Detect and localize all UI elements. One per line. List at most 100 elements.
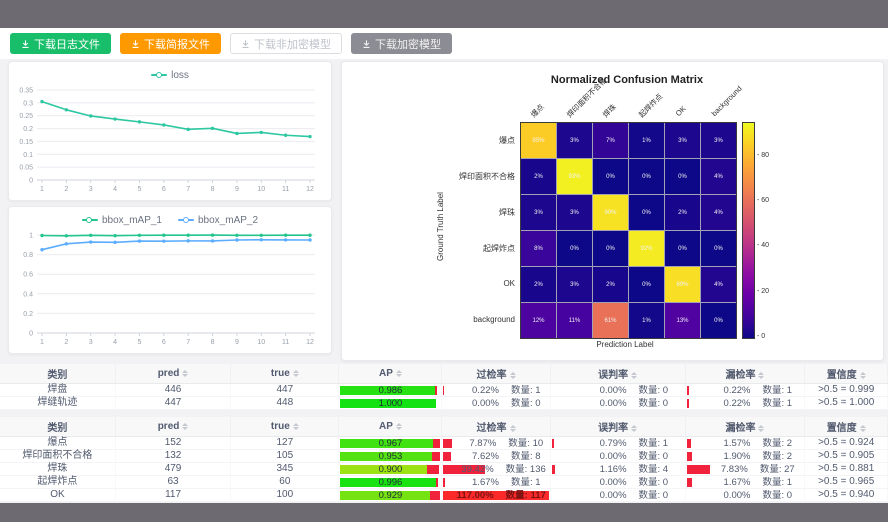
matrix-cell: 4%	[701, 195, 736, 230]
download-button-1[interactable]: 下载简报文件	[120, 33, 221, 54]
matrix-cell: 3%	[521, 195, 556, 230]
table-row[interactable]: 焊珠4793450.90039.42%数量: 1361.16%数量: 47.83…	[0, 463, 888, 476]
svg-text:8: 8	[211, 339, 215, 346]
download-button-3[interactable]: 下载加密模型	[351, 33, 452, 54]
column-header-over[interactable]: 过检率	[442, 364, 550, 384]
column-header-miss[interactable]: 漏检率	[685, 364, 805, 384]
matrix-cell: 3%	[557, 195, 592, 230]
misjudge-rate-cell: 0.79%数量: 1	[550, 437, 685, 450]
bottom-window-strip	[0, 503, 888, 522]
sort-caret-icon[interactable]	[758, 372, 764, 379]
confidence-cell: >0.5 = 0.999	[805, 384, 888, 397]
confusion-matrix-card: Normalized Confusion Matrix 85%3%7%1%3%3…	[341, 61, 884, 361]
sort-caret-icon[interactable]	[631, 425, 637, 432]
svg-text:4: 4	[113, 339, 117, 346]
legend-item-bbox_mAP_2[interactable]: bbox_mAP_2	[178, 215, 258, 226]
matrix-cell: 2%	[521, 159, 556, 194]
loss-chart: 00.050.10.150.20.250.30.3512345678910111…	[9, 84, 327, 196]
sort-caret-icon[interactable]	[510, 425, 516, 432]
sort-caret-icon[interactable]	[396, 370, 402, 377]
matrix-cell: 0%	[593, 159, 628, 194]
legend-label: loss	[171, 70, 189, 81]
sort-caret-icon[interactable]	[182, 370, 188, 377]
ap-cell: 0.953	[339, 450, 442, 463]
sort-caret-icon[interactable]	[293, 370, 299, 377]
table-row[interactable]: 焊缝轨迹4474481.0000.00%数量: 00.00%数量: 00.22%…	[0, 397, 888, 410]
sort-caret-icon[interactable]	[182, 423, 188, 430]
ground-truth-label-axis: Ground Truth Label	[436, 192, 445, 261]
miss-rate-cell: 1.57%数量: 2	[685, 437, 805, 450]
matrix-row-label: 焊印面积不合格	[342, 171, 515, 182]
metrics-tables: 类别predtrueAP过检率误判率漏检率置信度焊盘4464470.9860.2…	[0, 364, 888, 502]
svg-text:0.05: 0.05	[19, 165, 33, 172]
sort-caret-icon[interactable]	[860, 372, 866, 379]
matrix-cell: 0%	[701, 231, 736, 266]
svg-text:0.3: 0.3	[23, 100, 33, 107]
table-row[interactable]: OK1171000.929117.00%数量: 1170.00%数量: 00.0…	[0, 489, 888, 502]
svg-text:0.2: 0.2	[23, 311, 33, 318]
table-row[interactable]: 起焊炸点63600.9961.67%数量: 10.00%数量: 01.67%数量…	[0, 476, 888, 489]
column-header-mis[interactable]: 误判率	[550, 364, 685, 384]
legend-item-loss[interactable]: loss	[151, 70, 189, 81]
svg-text:1: 1	[40, 186, 44, 193]
svg-text:0.1: 0.1	[23, 152, 33, 159]
download-icon	[362, 39, 371, 49]
svg-text:0.35: 0.35	[19, 88, 33, 95]
matrix-row-label: 起焊炸点	[342, 243, 515, 254]
sort-caret-icon[interactable]	[293, 423, 299, 430]
confidence-cell: >0.5 = 1.000	[805, 397, 888, 410]
sort-caret-icon[interactable]	[631, 372, 637, 379]
svg-text:6: 6	[162, 339, 166, 346]
over-rate-cell: 0.00%数量: 0	[442, 397, 550, 410]
column-header-true[interactable]: true	[231, 364, 339, 384]
column-header-ap[interactable]: AP	[339, 364, 442, 384]
matrix-cell: 3%	[557, 267, 592, 302]
miss-rate-cell: 0.22%数量: 1	[685, 384, 805, 397]
download-icon	[131, 39, 140, 49]
over-rate-cell: 7.87%数量: 10	[442, 437, 550, 450]
svg-text:5: 5	[138, 186, 142, 193]
column-header-ap[interactable]: AP	[339, 417, 442, 437]
sort-caret-icon[interactable]	[396, 423, 402, 430]
column-header-true[interactable]: true	[231, 417, 339, 437]
map-chart-card: bbox_mAP_1bbox_mAP_2 00.20.40.60.8112345…	[8, 206, 332, 354]
column-header-pred[interactable]: pred	[115, 364, 230, 384]
colorbar-tick: - 60	[757, 197, 769, 204]
pred-cell: 446	[115, 384, 230, 397]
miss-rate-cell: 0.00%数量: 0	[685, 489, 805, 502]
class-cell: 焊印面积不合格	[0, 450, 115, 463]
matrix-col-label: 起焊炸点	[636, 91, 665, 120]
miss-rate-cell: 0.22%数量: 1	[685, 397, 805, 410]
sort-caret-icon[interactable]	[758, 425, 764, 432]
matrix-row-label: OK	[342, 279, 515, 288]
table-row[interactable]: 爆点1521270.9677.87%数量: 100.79%数量: 11.57%数…	[0, 437, 888, 450]
download-icon	[21, 39, 30, 49]
matrix-cell: 89%	[665, 267, 700, 302]
column-header-mis[interactable]: 误判率	[550, 417, 685, 437]
table-row[interactable]: 焊印面积不合格1321050.9537.62%数量: 80.00%数量: 01.…	[0, 450, 888, 463]
column-header-over[interactable]: 过检率	[442, 417, 550, 437]
download-button-0[interactable]: 下载日志文件	[10, 33, 111, 54]
pred-cell: 117	[115, 489, 230, 502]
ap-cell: 0.996	[339, 476, 442, 489]
download-icon	[241, 39, 250, 49]
matrix-col-label: background	[710, 84, 744, 118]
column-header-pred[interactable]: pred	[115, 417, 230, 437]
svg-text:9: 9	[235, 186, 239, 193]
column-header-conf[interactable]: 置信度	[805, 364, 888, 384]
svg-text:0.15: 0.15	[19, 139, 33, 146]
svg-text:6: 6	[162, 186, 166, 193]
class-cell: 焊珠	[0, 463, 115, 476]
legend-line-icon	[178, 219, 194, 221]
column-header-conf[interactable]: 置信度	[805, 417, 888, 437]
sort-caret-icon[interactable]	[860, 425, 866, 432]
download-button-2[interactable]: 下载非加密模型	[230, 33, 342, 54]
misjudge-rate-cell: 0.00%数量: 0	[550, 450, 685, 463]
sort-caret-icon[interactable]	[510, 372, 516, 379]
matrix-cell: 0%	[665, 231, 700, 266]
column-header-miss[interactable]: 漏检率	[685, 417, 805, 437]
table-row[interactable]: 焊盘4464470.9860.22%数量: 10.00%数量: 00.22%数量…	[0, 384, 888, 397]
ap-cell: 0.967	[339, 437, 442, 450]
svg-text:1: 1	[29, 233, 33, 240]
legend-item-bbox_mAP_1[interactable]: bbox_mAP_1	[82, 215, 162, 226]
